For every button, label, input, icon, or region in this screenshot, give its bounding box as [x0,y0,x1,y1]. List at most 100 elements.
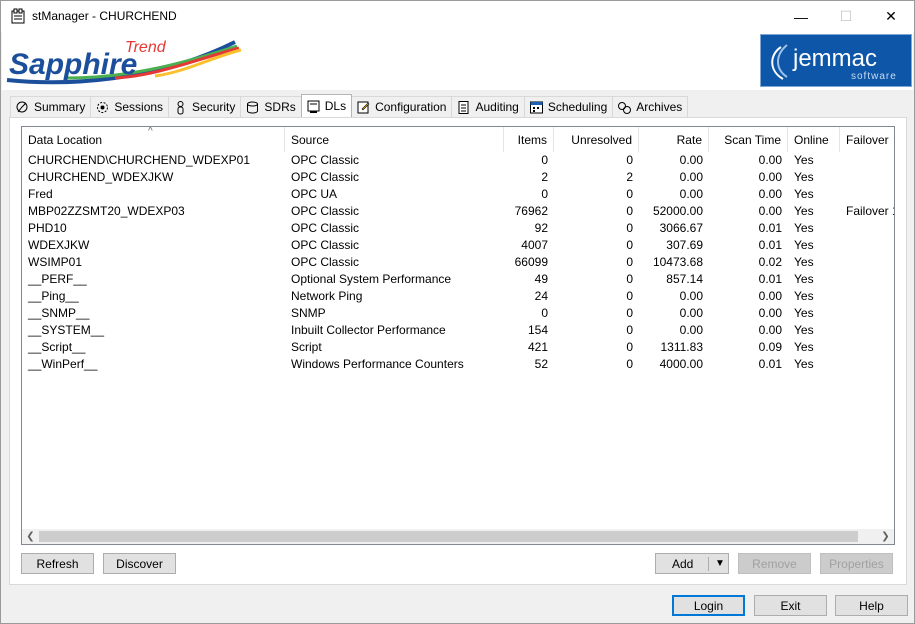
cell-online: Yes [794,170,814,184]
tab-label: Summary [34,100,86,114]
table-row[interactable]: __PERF__ Optional System Performance 49 … [22,271,894,288]
horizontal-scrollbar[interactable]: ❮ ❯ [22,529,894,544]
cell-source: OPC Classic [291,204,360,218]
cell-failover [840,322,894,339]
remove-button[interactable]: Remove [738,553,811,574]
split-divider [708,557,709,571]
cell-items: 52 [534,357,548,371]
table-row[interactable]: __SNMP__ SNMP 0 0 0.00 0.00 Yes [22,305,894,322]
tab-scheduling[interactable]: Scheduling [523,96,614,117]
cell-failover [840,356,894,373]
login-button[interactable]: Login [672,595,745,616]
tab-sessions[interactable]: Sessions [90,96,170,117]
cell-rate: 52000.00 [652,204,703,218]
cell-scan-time: 0.00 [758,187,782,201]
sessions-icon [95,100,110,115]
tab-configuration[interactable]: Configuration [351,96,453,117]
cell-rate: 0.00 [679,323,703,337]
discover-button[interactable]: Discover [103,553,176,574]
title-bar[interactable]: stManager - CHURCHEND — ☐ ✕ [1,1,914,32]
tab-auditing[interactable]: Auditing [451,96,525,117]
maximize-button[interactable]: ☐ [823,1,869,32]
cell-source: SNMP [291,306,326,320]
cell-failover [840,237,894,254]
cell-rate: 0.00 [679,170,703,184]
column-header-online[interactable]: Online [788,127,840,152]
column-header-unresolved[interactable]: Unresolved [554,127,639,152]
data-location-list[interactable]: ^ Data Location Source Items Unresolved … [21,126,895,545]
tab-summary[interactable]: Summary [10,96,92,117]
tab-label: DLs [324,99,347,113]
cell-data-location: WDEXJKW [28,238,90,252]
properties-button[interactable]: Properties [820,553,893,574]
cell-items: 92 [534,221,548,235]
refresh-button[interactable]: Refresh [21,553,94,574]
cell-unresolved: 0 [626,255,633,269]
cell-rate: 307.69 [666,238,703,252]
table-row[interactable]: WSIMP01 OPC Classic 66099 0 10473.68 0.0… [22,254,894,271]
scrollbar-thumb[interactable] [39,531,858,542]
table-row[interactable]: __WinPerf__ Windows Performance Counters… [22,356,894,373]
table-row[interactable]: CHURCHEND\CHURCHEND_WDEXP01 OPC Classic … [22,152,894,169]
jemmac-logo: jemmac software [760,34,912,87]
cell-items: 4007 [521,238,548,252]
cell-data-location: __SYSTEM__ [28,323,105,337]
cell-unresolved: 0 [626,340,633,354]
close-button[interactable]: ✕ [868,1,914,32]
cell-scan-time: 0.00 [758,306,782,320]
scroll-left-icon[interactable]: ❮ [22,529,39,544]
cell-scan-time: 0.00 [758,170,782,184]
tab-strip: Summary Sessions Security SDRs DLs Confi… [10,94,689,117]
app-icon [11,8,25,24]
chevron-down-icon[interactable]: ▼ [712,554,728,573]
cell-items: 0 [541,187,548,201]
cell-items: 0 [541,306,548,320]
cell-unresolved: 0 [626,153,633,167]
archives-icon [617,100,632,115]
cell-unresolved: 0 [626,272,633,286]
cell-items: 2 [541,170,548,184]
exit-button[interactable]: Exit [754,595,827,616]
app-window: stManager - CHURCHEND — ☐ ✕ Sapphire Tre… [0,0,915,624]
help-button[interactable]: Help [835,595,908,616]
column-header-items[interactable]: Items [504,127,554,152]
cell-scan-time: 0.02 [758,255,782,269]
table-row[interactable]: PHD10 OPC Classic 92 0 3066.67 0.01 Yes [22,220,894,237]
tab-sdrs[interactable]: SDRs [240,96,302,117]
table-row[interactable]: __Script__ Script 421 0 1311.83 0.09 Yes [22,339,894,356]
column-header-source[interactable]: Source [285,127,504,152]
cell-rate: 0.00 [679,306,703,320]
column-header-scan-time[interactable]: Scan Time [709,127,788,152]
sort-ascending-icon: ^ [148,127,153,137]
column-header-failover[interactable]: Failover [840,127,894,152]
cell-online: Yes [794,357,814,371]
cell-unresolved: 0 [626,357,633,371]
cell-failover [840,186,894,203]
tab-dls[interactable]: DLs [300,94,353,117]
table-row[interactable]: __SYSTEM__ Inbuilt Collector Performance… [22,322,894,339]
table-row[interactable]: CHURCHEND_WDEXJKW OPC Classic 2 2 0.00 0… [22,169,894,186]
column-header-data-location[interactable]: ^ Data Location [22,127,285,152]
list-header: ^ Data Location Source Items Unresolved … [22,127,894,152]
tab-archives[interactable]: Archives [612,96,689,117]
table-row[interactable]: Fred OPC UA 0 0 0.00 0.00 Yes [22,186,894,203]
add-split-button[interactable]: Add ▼ [655,553,729,574]
column-header-rate[interactable]: Rate [639,127,709,152]
table-row[interactable]: __Ping__ Network Ping 24 0 0.00 0.00 Yes [22,288,894,305]
cell-rate: 4000.00 [659,357,703,371]
table-row[interactable]: WDEXJKW OPC Classic 4007 0 307.69 0.01 Y… [22,237,894,254]
auditing-icon [456,100,471,115]
tab-label: SDRs [264,100,296,114]
scroll-right-icon[interactable]: ❯ [877,529,894,544]
cell-data-location: CHURCHEND\CHURCHEND_WDEXP01 [28,153,251,167]
minimize-button[interactable]: — [778,1,824,32]
cell-source: OPC Classic [291,255,360,269]
add-button-label: Add [672,556,694,571]
summary-icon [15,100,30,115]
table-row[interactable]: MBP02ZZSMT20_WDEXP03 OPC Classic 76962 0… [22,203,894,220]
cell-scan-time: 0.01 [758,272,782,286]
cell-source: Windows Performance Counters [291,357,464,371]
cell-source: OPC Classic [291,221,360,235]
cell-unresolved: 0 [626,221,633,235]
tab-security[interactable]: Security [168,96,242,117]
